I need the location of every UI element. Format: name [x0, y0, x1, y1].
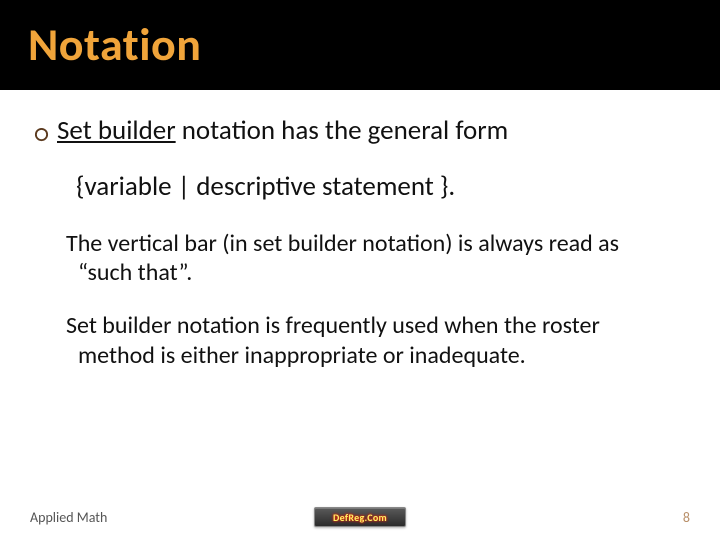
title-band: Notation: [0, 0, 720, 90]
bullet-rest: notation has the general form: [176, 114, 509, 147]
content-area: Set builder notation has the general for…: [0, 90, 720, 370]
logo-text: DefReg.Com: [333, 511, 387, 524]
slide-footer: Applied Math DefReg.Com 8: [0, 504, 720, 530]
footer-logo-wrap: DefReg.Com: [314, 507, 406, 527]
footer-left-label: Applied Math: [30, 509, 107, 526]
set-builder-formula: {variable | descriptive statement }.: [76, 170, 678, 203]
bullet-lead-underlined: Set builder: [57, 114, 176, 147]
logo-badge: DefReg.Com: [314, 507, 406, 527]
page-number: 8: [683, 509, 690, 526]
paragraph-such-that: The vertical bar (in set builder notatio…: [50, 229, 678, 288]
circle-bullet-icon: [34, 127, 49, 142]
paragraph-usage: Set builder notation is frequently used …: [50, 311, 678, 370]
bullet-text: Set builder notation has the general for…: [57, 114, 508, 148]
page-title: Notation: [28, 17, 201, 73]
bullet-item: Set builder notation has the general for…: [34, 114, 678, 148]
